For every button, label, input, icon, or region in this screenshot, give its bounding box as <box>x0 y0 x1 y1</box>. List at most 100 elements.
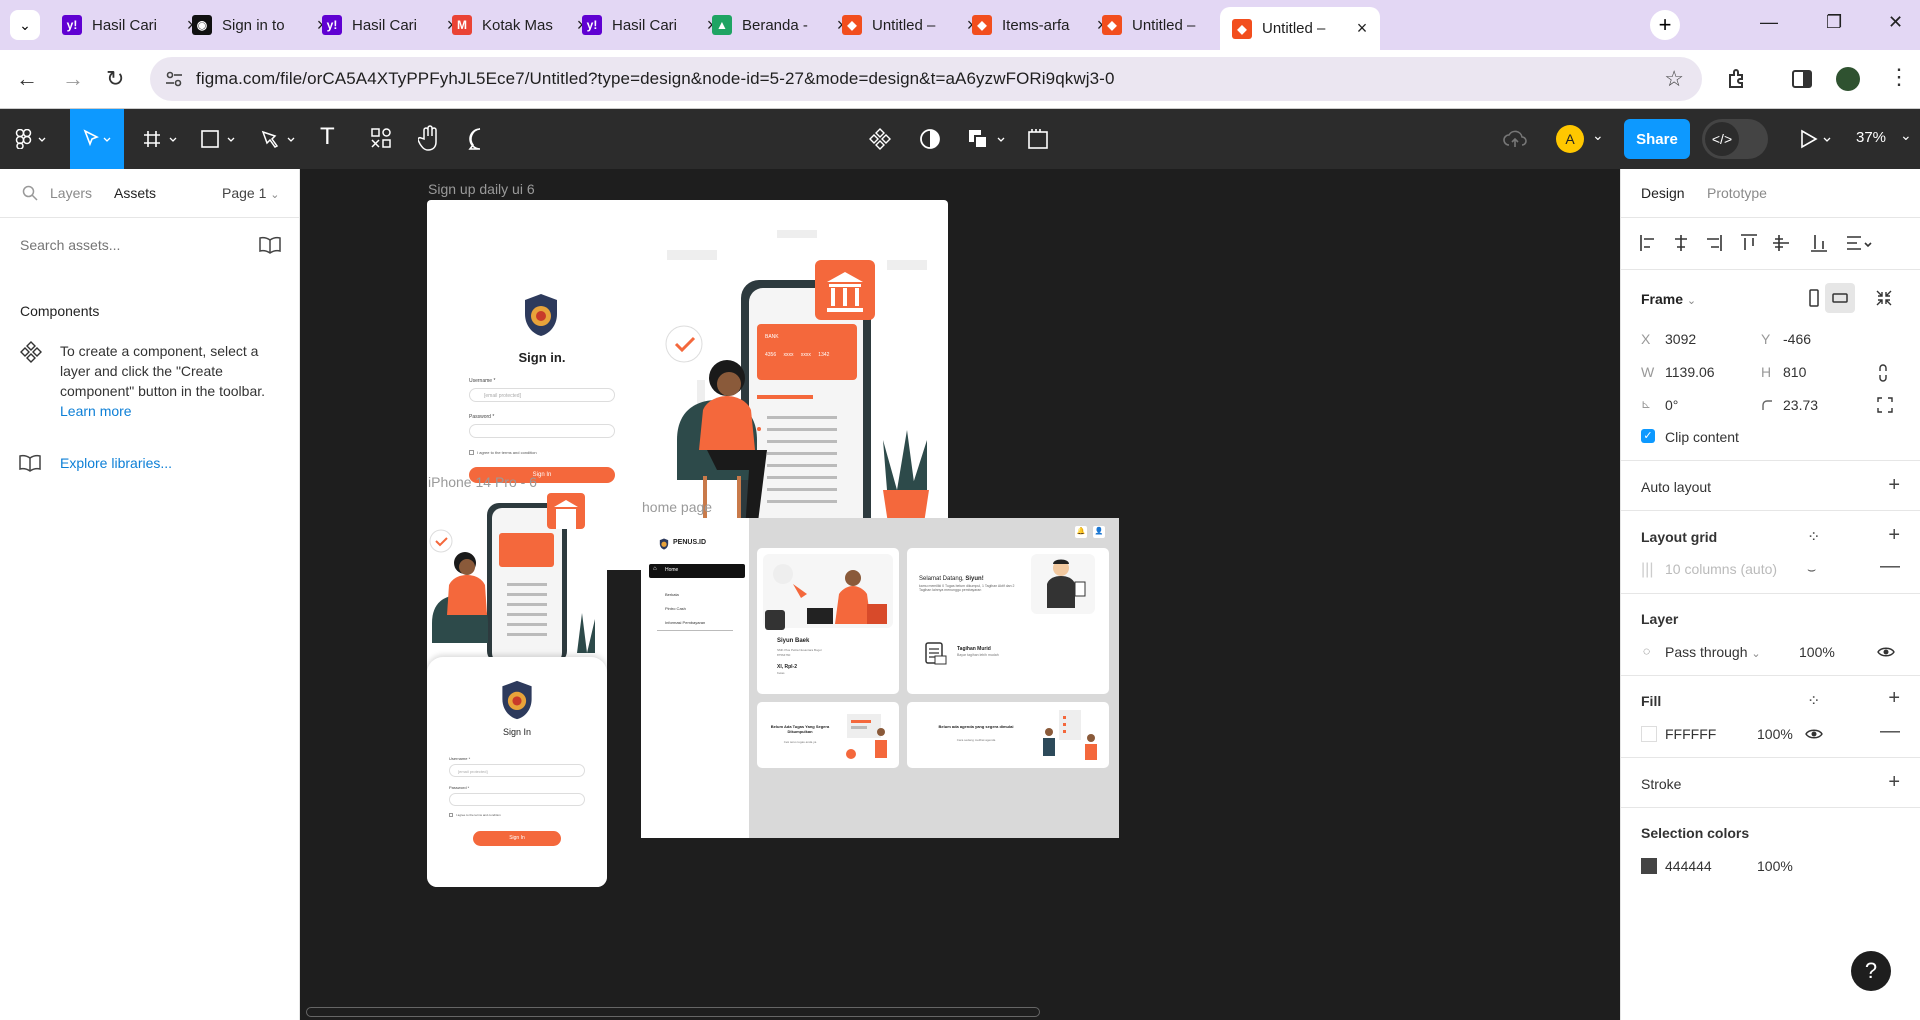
share-button[interactable]: Share <box>1624 119 1690 159</box>
bell-icon[interactable]: 🔔 <box>1075 526 1087 538</box>
user-icon[interactable]: 👤 <box>1093 526 1105 538</box>
browser-tab[interactable]: ◆ Untitled – × <box>1220 7 1380 50</box>
search-assets-input[interactable] <box>12 229 242 261</box>
chevron-down-icon[interactable]: ⌄ <box>1592 127 1604 144</box>
terms-checkbox[interactable] <box>469 450 474 455</box>
learn-more-link[interactable]: Learn more <box>60 403 132 419</box>
nav-item-informasi-pembayaran[interactable]: Informasi Pembayaran <box>665 620 705 625</box>
dev-mode-toggle[interactable]: </> <box>1702 119 1768 159</box>
username-input[interactable]: [email protected] <box>469 388 615 402</box>
selection-color-opacity[interactable]: 100% <box>1757 858 1793 874</box>
frame-label-signup[interactable]: Sign up daily ui 6 <box>428 181 535 197</box>
w-input[interactable]: 1139.06 <box>1665 364 1715 380</box>
mobile-signin-button[interactable]: Sign In <box>473 831 561 846</box>
fill-styles-icon[interactable]: ⁘ <box>1807 691 1820 711</box>
frame-tool-icon[interactable] <box>142 129 182 149</box>
nav-item-home[interactable]: Home ⌂ <box>649 564 745 578</box>
iphone-frame[interactable]: Sign In Username * [email protected] Pas… <box>427 493 607 887</box>
add-auto-layout-icon[interactable]: + <box>1888 474 1900 497</box>
resources-icon[interactable] <box>370 127 392 149</box>
minimize-icon[interactable]: — <box>1760 12 1778 33</box>
tab-search-dropdown-icon[interactable]: ⌄ <box>10 10 40 40</box>
search-icon[interactable] <box>22 185 38 201</box>
add-stroke-icon[interactable]: + <box>1888 771 1900 794</box>
mask-icon[interactable] <box>918 127 942 151</box>
add-layout-grid-icon[interactable]: + <box>1888 524 1900 547</box>
extensions-icon[interactable] <box>1726 67 1750 91</box>
crop-icon[interactable] <box>1026 127 1050 151</box>
mobile-username-input[interactable]: [email protected] <box>449 764 585 777</box>
portrait-icon[interactable] <box>1807 289 1821 307</box>
profile-avatar[interactable] <box>1836 67 1860 91</box>
new-tab-button[interactable]: + <box>1650 10 1680 40</box>
selection-color-hex[interactable]: 444444 <box>1665 858 1712 874</box>
hidden-eye-icon[interactable]: ⌣ <box>1807 561 1816 578</box>
restore-icon[interactable]: ❐ <box>1826 12 1842 33</box>
page-selector[interactable]: Page 1 ⌄ <box>222 185 279 201</box>
clip-content-checkbox[interactable]: ✓ <box>1641 429 1655 443</box>
blend-mode-dropdown[interactable]: Pass through ⌄ <box>1665 644 1761 660</box>
shape-tool-icon[interactable] <box>200 129 240 149</box>
cloud-upload-icon[interactable] <box>1502 127 1528 151</box>
grid-styles-icon[interactable]: ⁘ <box>1807 527 1820 547</box>
fill-swatch[interactable] <box>1641 726 1657 742</box>
grid-value[interactable]: 10 columns (auto) <box>1665 561 1777 577</box>
explore-libraries-link[interactable]: Explore libraries... <box>60 455 172 471</box>
remove-grid-icon[interactable]: — <box>1880 555 1900 578</box>
hand-tool-icon[interactable] <box>418 125 442 151</box>
comment-tool-icon[interactable] <box>468 127 492 151</box>
zoom-chevron-icon[interactable]: ⌄ <box>1900 127 1912 144</box>
figma-menu-icon[interactable] <box>14 129 48 149</box>
corner-radius-input[interactable]: 23.73 <box>1783 397 1818 413</box>
resize-to-fit-icon[interactable] <box>1875 289 1893 307</box>
selection-color-swatch[interactable] <box>1641 858 1657 874</box>
horizontal-scrollbar[interactable] <box>306 1007 1040 1017</box>
constrain-proportions-icon[interactable] <box>1877 363 1889 383</box>
password-input[interactable] <box>469 424 615 438</box>
forward-icon[interactable]: → <box>62 66 84 92</box>
close-tab-icon[interactable]: × <box>1354 18 1370 39</box>
fill-hex[interactable]: FFFFFF <box>1665 726 1716 742</box>
independent-corners-icon[interactable] <box>1877 397 1893 413</box>
eye-icon[interactable] <box>1805 727 1823 741</box>
help-button[interactable]: ? <box>1851 951 1891 991</box>
fill-opacity[interactable]: 100% <box>1757 726 1793 742</box>
y-input[interactable]: -466 <box>1783 331 1811 347</box>
tab-design[interactable]: Design <box>1641 185 1685 201</box>
tab-assets[interactable]: Assets <box>114 185 156 201</box>
rotation-input[interactable]: 0° <box>1665 397 1678 413</box>
user-avatar[interactable]: A <box>1556 125 1584 153</box>
move-tool-button[interactable] <box>70 109 124 169</box>
mobile-terms-checkbox[interactable] <box>449 813 453 817</box>
text-tool-icon[interactable]: T <box>320 123 335 151</box>
close-window-icon[interactable]: ✕ <box>1888 12 1903 33</box>
reload-icon[interactable]: ↻ <box>106 66 124 92</box>
remove-fill-icon[interactable]: — <box>1880 720 1900 743</box>
nav-item-pintro-cash[interactable]: Pintro Cash <box>665 606 686 611</box>
boolean-icon[interactable] <box>966 127 1010 151</box>
nav-item-berkata[interactable]: Berkata <box>665 592 679 597</box>
frame-dropdown[interactable]: Frame ⌄ <box>1641 291 1696 307</box>
component-icon[interactable] <box>868 127 892 151</box>
layer-opacity[interactable]: 100% <box>1799 644 1835 660</box>
browser-menu-icon[interactable]: ⋮ <box>1888 64 1910 90</box>
x-input[interactable]: 3092 <box>1665 331 1696 347</box>
site-info-icon[interactable] <box>164 69 184 89</box>
tab-prototype[interactable]: Prototype <box>1707 185 1767 201</box>
design-canvas[interactable]: Sign up daily ui 6 Sign in. Username * [… <box>300 169 1620 1020</box>
pen-tool-icon[interactable] <box>260 129 300 149</box>
home-frame[interactable]: PENUS.ID Home ⌂ Berkata Pintro Cash Info… <box>641 518 1119 838</box>
frame-label-home[interactable]: home page <box>642 499 712 515</box>
bookmark-star-icon[interactable]: ☆ <box>1664 66 1684 92</box>
zoom-level[interactable]: 37% <box>1856 129 1886 146</box>
side-panel-icon[interactable] <box>1790 67 1814 91</box>
omnibox[interactable]: figma.com/file/orCA5A4XTyPPFyhJL5Ece7/Un… <box>150 57 1702 101</box>
library-book-icon[interactable] <box>258 235 282 255</box>
frame-label-iphone[interactable]: iPhone 14 Pro - 6 <box>428 474 537 490</box>
mobile-password-input[interactable] <box>449 793 585 806</box>
alignment-toolbar[interactable] <box>1639 227 1907 259</box>
landscape-button[interactable] <box>1825 283 1855 313</box>
present-icon[interactable] <box>1798 127 1834 151</box>
h-input[interactable]: 810 <box>1783 364 1806 380</box>
tab-layers[interactable]: Layers <box>50 185 92 201</box>
